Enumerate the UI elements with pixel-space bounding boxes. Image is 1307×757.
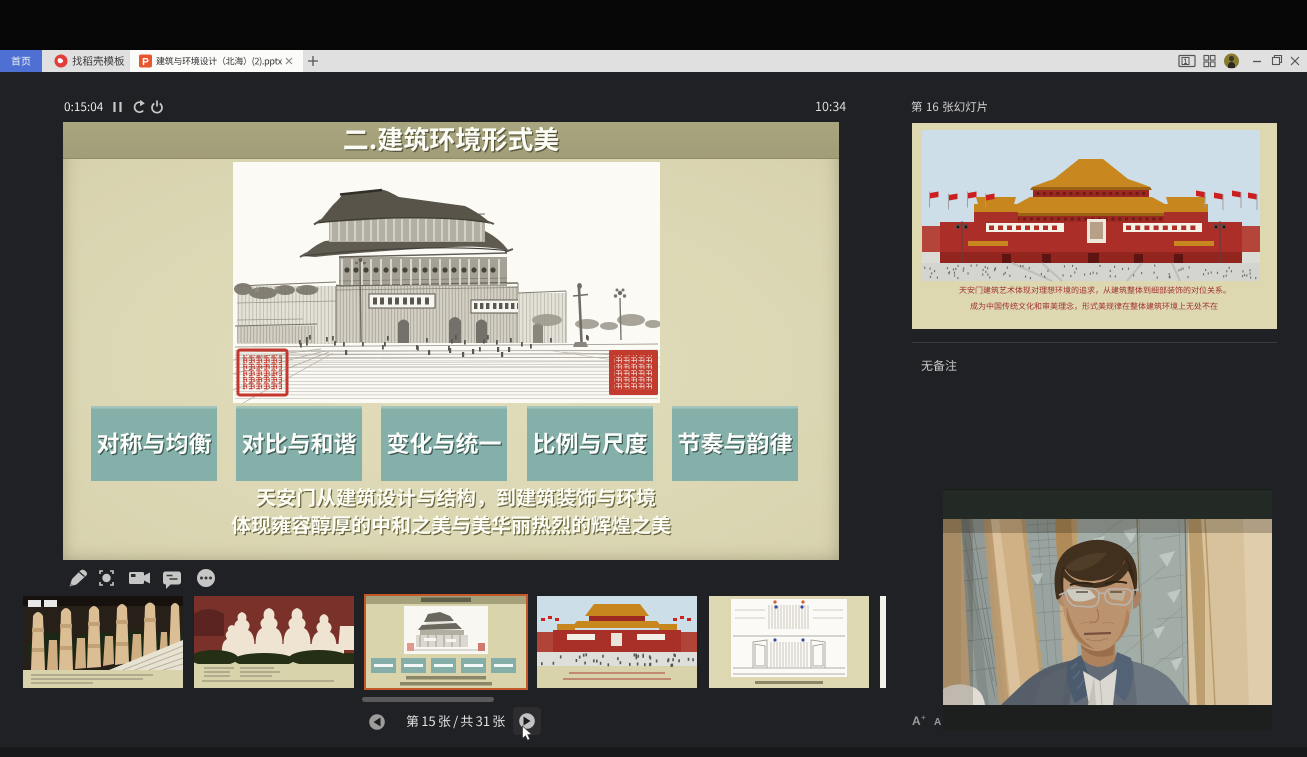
svg-text:A: A [912,714,921,728]
svg-text:A: A [934,717,941,728]
svg-text:+: + [921,713,926,722]
